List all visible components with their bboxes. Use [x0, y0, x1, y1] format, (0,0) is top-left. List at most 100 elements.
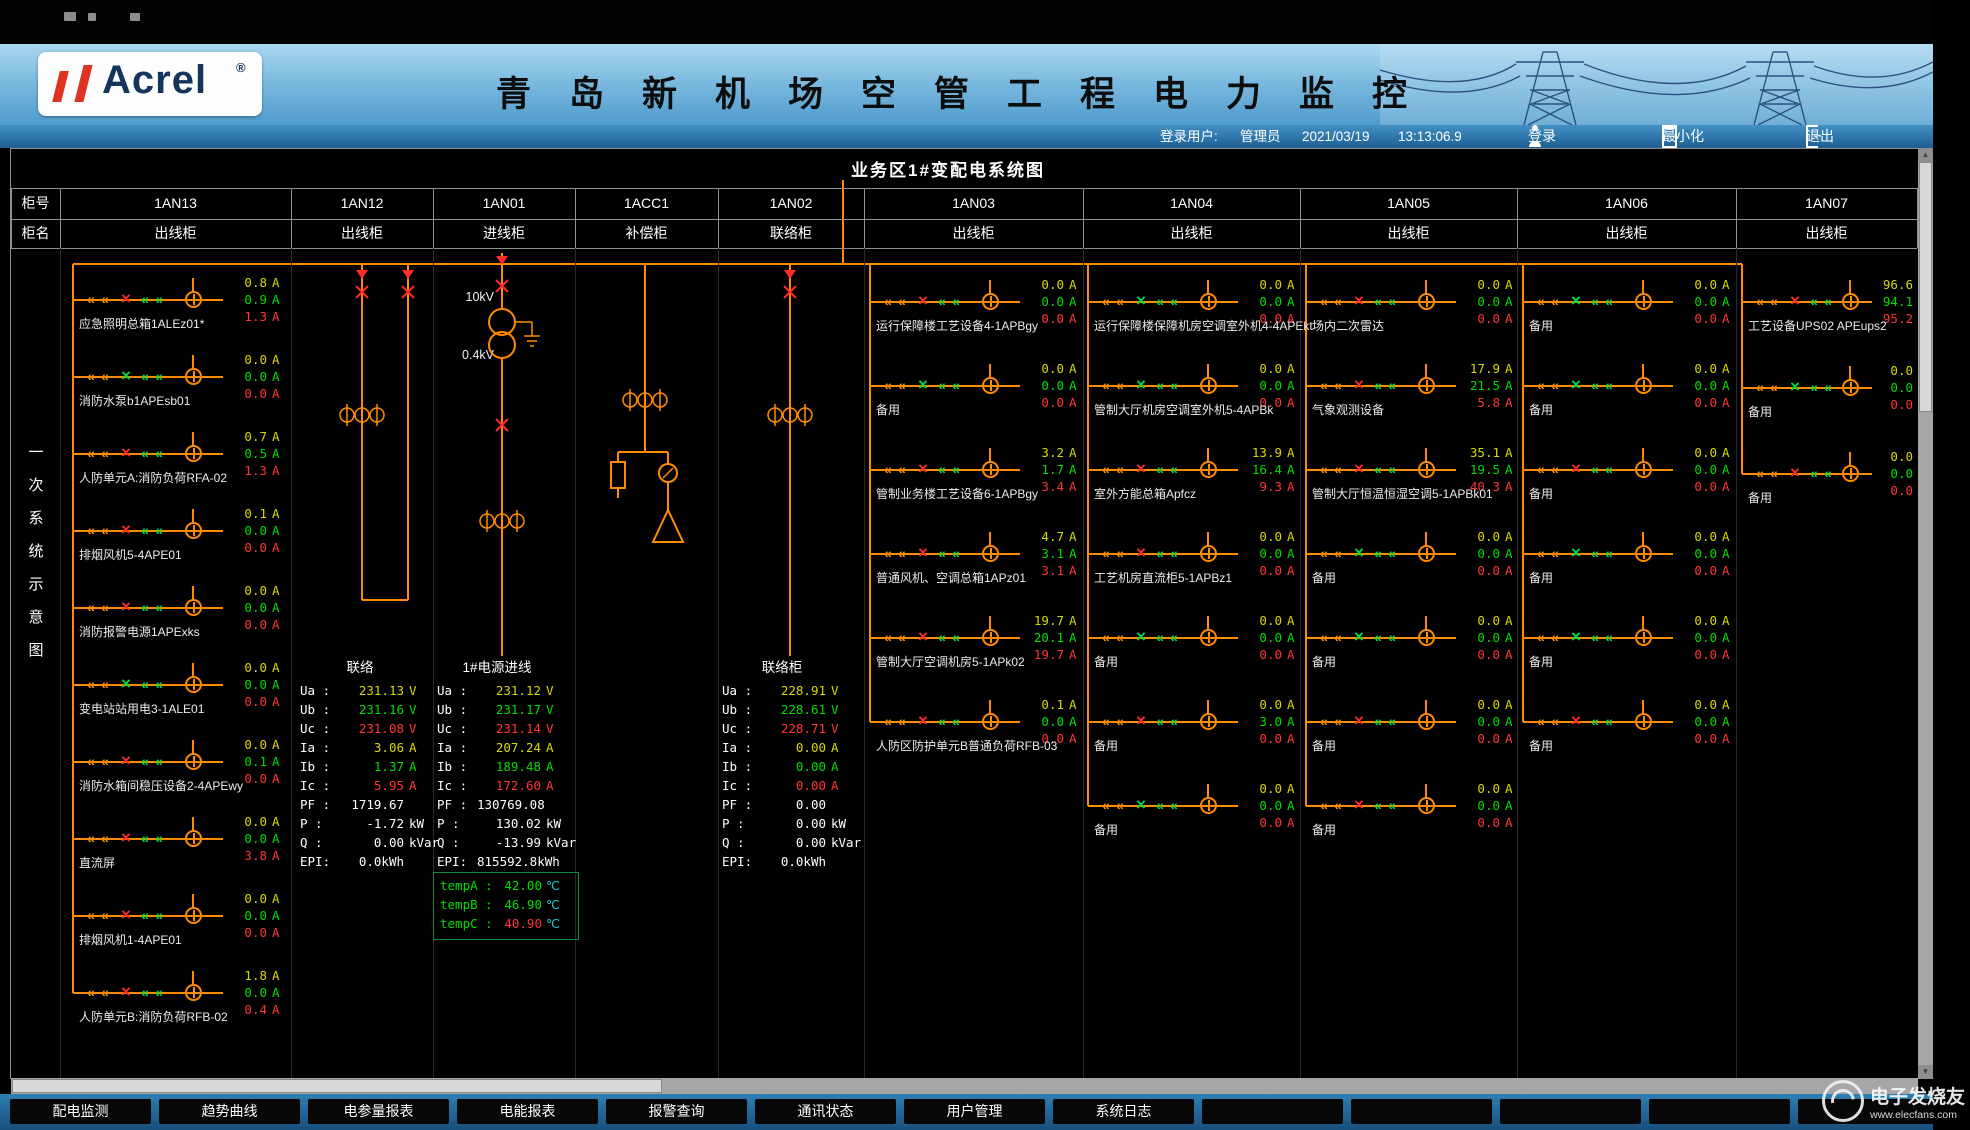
nav-item-2[interactable]: 趋势曲线 — [159, 1099, 300, 1124]
feeder-readings: 0.0A0.0A0.0A — [1456, 780, 1513, 831]
meter-icon[interactable] — [185, 753, 202, 770]
meter-icon[interactable] — [1200, 797, 1217, 814]
drawout-arrow-icon: « — [1102, 628, 1110, 646]
breaker-x-icon[interactable]: × — [121, 366, 131, 386]
breaker-x-icon[interactable]: × — [121, 674, 131, 694]
meter-icon[interactable] — [185, 599, 202, 616]
breaker-x-icon[interactable]: × — [1136, 543, 1146, 563]
breaker-x-icon[interactable]: × — [1136, 459, 1146, 479]
meter-icon[interactable] — [1418, 293, 1435, 310]
nav-item-4[interactable]: 电能报表 — [457, 1099, 598, 1124]
meter-icon[interactable] — [1635, 545, 1652, 562]
meter-icon[interactable] — [982, 713, 999, 730]
meter-icon[interactable] — [1418, 461, 1435, 478]
meter-icon[interactable] — [1635, 713, 1652, 730]
breaker-x-icon[interactable]: × — [121, 751, 131, 771]
meter-icon[interactable] — [1418, 629, 1435, 646]
meter-icon[interactable] — [1200, 629, 1217, 646]
scroll-up-icon[interactable]: ▲ — [1918, 148, 1933, 162]
breaker-x-icon[interactable]: × — [1571, 627, 1581, 647]
panel-row-value: -1.72 — [340, 814, 404, 833]
breaker-x-icon[interactable]: × — [918, 627, 928, 647]
breaker-x-icon[interactable]: × — [121, 828, 131, 848]
nav-item-1[interactable]: 配电监测 — [10, 1099, 151, 1124]
meter-icon[interactable] — [185, 291, 202, 308]
breaker-x-icon[interactable]: × — [1571, 459, 1581, 479]
meter-icon[interactable] — [982, 461, 999, 478]
meter-icon[interactable] — [1200, 293, 1217, 310]
meter-icon[interactable] — [1635, 377, 1652, 394]
breaker-x-icon[interactable]: × — [1790, 463, 1800, 483]
breaker-x-icon[interactable]: × — [1354, 459, 1364, 479]
meter-icon[interactable] — [1635, 629, 1652, 646]
breaker-x-icon[interactable]: × — [1136, 291, 1146, 311]
drawout-arrow-icon: « — [1156, 460, 1164, 478]
meter-icon[interactable] — [1200, 377, 1217, 394]
breaker-x-icon[interactable]: × — [918, 291, 928, 311]
breaker-x-icon[interactable]: × — [918, 375, 928, 395]
meter-icon[interactable] — [1200, 545, 1217, 562]
breaker-x-icon[interactable]: × — [1354, 543, 1364, 563]
meter-icon[interactable] — [1635, 293, 1652, 310]
nav-item-8[interactable]: 系统日志 — [1053, 1099, 1194, 1124]
breaker-x-icon[interactable]: × — [1136, 375, 1146, 395]
meter-icon[interactable] — [1200, 461, 1217, 478]
breaker-x-icon[interactable]: × — [1790, 377, 1800, 397]
meter-icon[interactable] — [185, 907, 202, 924]
breaker-x-icon[interactable]: × — [918, 543, 928, 563]
meter-icon[interactable] — [982, 545, 999, 562]
nav-item-5[interactable]: 报警查询 — [606, 1099, 747, 1124]
breaker-x-icon[interactable]: × — [918, 459, 928, 479]
meter-icon[interactable] — [185, 676, 202, 693]
meter-icon[interactable] — [982, 629, 999, 646]
breaker-x-icon[interactable]: × — [121, 982, 131, 1002]
breaker-x-icon[interactable]: × — [1354, 711, 1364, 731]
meter-icon[interactable] — [1842, 379, 1859, 396]
meter-icon[interactable] — [982, 377, 999, 394]
feeder-label: 普通风机、空调总箱1APz01 — [876, 569, 1026, 586]
meter-icon[interactable] — [185, 522, 202, 539]
breaker-x-icon[interactable]: × — [1354, 795, 1364, 815]
meter-icon[interactable] — [185, 984, 202, 1001]
breaker-x-icon[interactable]: × — [121, 597, 131, 617]
breaker-x-icon[interactable]: × — [1571, 375, 1581, 395]
breaker-x-icon[interactable]: × — [121, 905, 131, 925]
breaker-x-icon[interactable]: × — [918, 711, 928, 731]
breaker-x-icon[interactable]: × — [1571, 543, 1581, 563]
breaker-x-icon[interactable]: × — [1571, 711, 1581, 731]
breaker-x-icon[interactable]: × — [121, 289, 131, 309]
meter-icon[interactable] — [185, 830, 202, 847]
breaker-x-icon[interactable]: × — [1136, 795, 1146, 815]
nav-item-3[interactable]: 电参量报表 — [308, 1099, 449, 1124]
nav-item-7[interactable]: 用户管理 — [904, 1099, 1045, 1124]
breaker-x-icon[interactable]: × — [121, 520, 131, 540]
breaker-x-icon[interactable]: × — [1354, 291, 1364, 311]
meter-icon[interactable] — [1418, 713, 1435, 730]
breaker-x-icon[interactable]: × — [1354, 627, 1364, 647]
nav-item-6[interactable]: 通讯状态 — [755, 1099, 896, 1124]
breaker-x-icon[interactable]: × — [1136, 627, 1146, 647]
nav-empty-slot — [1649, 1099, 1790, 1124]
meter-icon[interactable] — [1635, 461, 1652, 478]
meter-icon[interactable] — [982, 293, 999, 310]
meter-icon[interactable] — [1418, 797, 1435, 814]
meter-icon[interactable] — [1200, 713, 1217, 730]
phase-a-current-value: 0.0 — [223, 813, 267, 830]
breaker-x-icon[interactable]: × — [1571, 291, 1581, 311]
vertical-scrollbar-thumb[interactable] — [1919, 162, 1932, 412]
breaker-x-icon[interactable]: × — [1354, 375, 1364, 395]
breaker-x-icon[interactable]: × — [121, 443, 131, 463]
meter-icon[interactable] — [1842, 465, 1859, 482]
meter-icon[interactable] — [1418, 377, 1435, 394]
breaker-x-icon[interactable]: × — [1790, 291, 1800, 311]
horizontal-scrollbar-thumb[interactable] — [12, 1079, 662, 1093]
breaker-x-icon[interactable]: × — [1136, 711, 1146, 731]
meter-icon[interactable] — [1418, 545, 1435, 562]
meter-icon[interactable] — [185, 445, 202, 462]
meter-icon[interactable] — [185, 368, 202, 385]
panel-row-value: 228.91 — [762, 681, 826, 700]
drawout-arrow-icon: « — [1116, 292, 1124, 310]
meter-icon[interactable] — [1842, 293, 1859, 310]
phase-a-current-value: 0.1 — [223, 505, 267, 522]
current-unit: A — [1505, 478, 1513, 495]
